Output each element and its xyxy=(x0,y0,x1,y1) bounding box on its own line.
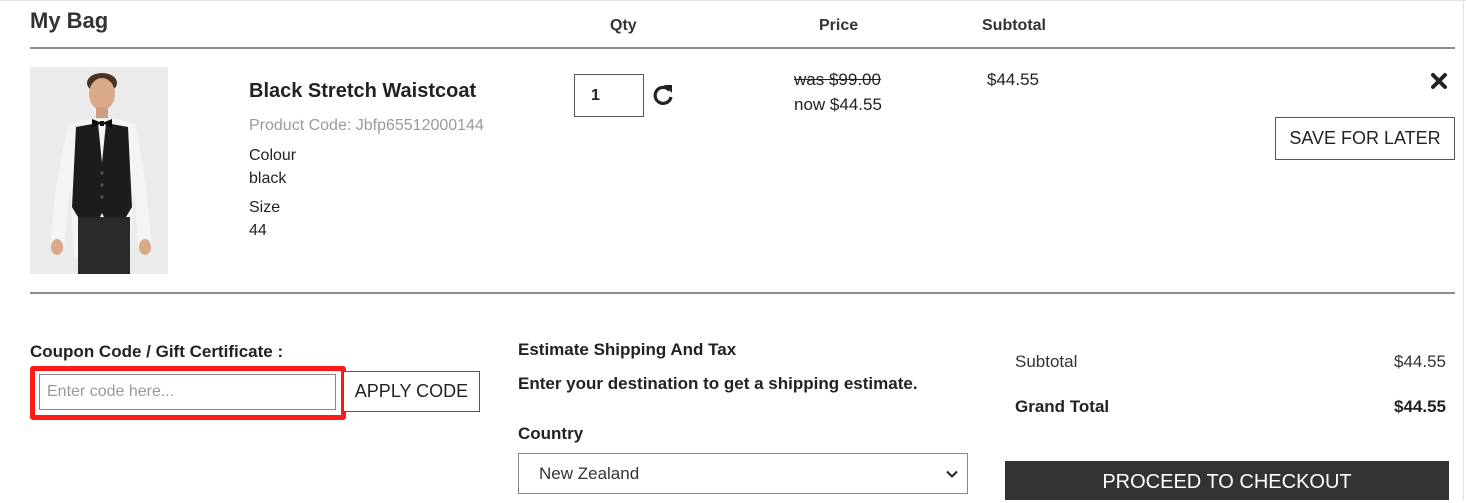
coupon-code-input[interactable] xyxy=(39,374,336,410)
price-was: was $99.00 xyxy=(794,70,881,89)
page-title: My Bag xyxy=(30,8,109,33)
header-divider xyxy=(30,47,1455,49)
apply-code-button[interactable]: APPLY CODE xyxy=(343,371,480,412)
top-border xyxy=(0,0,1466,1)
colour-value: black xyxy=(249,170,287,187)
item-subtotal: $44.55 xyxy=(987,70,1039,89)
quantity-input[interactable] xyxy=(574,74,644,117)
product-name[interactable]: Black Stretch Waistcoat xyxy=(249,80,476,103)
coupon-label: Coupon Code / Gift Certificate : xyxy=(30,342,284,361)
country-select[interactable]: New Zealand xyxy=(518,453,968,494)
colour-label: Colour xyxy=(249,147,297,164)
refresh-icon[interactable] xyxy=(650,82,676,108)
column-header-qty: Qty xyxy=(610,17,637,34)
column-header-subtotal: Subtotal xyxy=(982,17,1046,34)
close-icon[interactable] xyxy=(1429,71,1449,91)
product-image[interactable] xyxy=(30,67,168,274)
country-label: Country xyxy=(518,424,584,443)
shipping-title: Estimate Shipping And Tax xyxy=(518,340,737,359)
proceed-to-checkout-button[interactable]: PROCEED TO CHECKOUT xyxy=(1005,461,1449,500)
grand-total-label: Grand Total xyxy=(1015,397,1110,416)
column-header-price: Price xyxy=(819,17,859,34)
summary-subtotal-value: $44.55 xyxy=(1394,352,1446,371)
price-now: now $44.55 xyxy=(794,95,882,114)
country-selected-value: New Zealand xyxy=(539,464,640,483)
summary-subtotal-label: Subtotal xyxy=(1015,352,1078,371)
right-border xyxy=(1463,0,1464,500)
shipping-subtitle: Enter your destination to get a shipping… xyxy=(518,374,918,393)
product-code: Product Code: Jbfp65512000144 xyxy=(249,117,484,134)
save-for-later-button[interactable]: SAVE FOR LATER xyxy=(1275,117,1455,160)
size-label: Size xyxy=(249,199,281,216)
size-value: 44 xyxy=(249,222,267,239)
cart-item-divider xyxy=(30,292,1455,294)
waistcoat-model-illustration xyxy=(30,67,168,274)
grand-total-value: $44.55 xyxy=(1394,397,1446,416)
chevron-down-icon xyxy=(945,467,959,481)
